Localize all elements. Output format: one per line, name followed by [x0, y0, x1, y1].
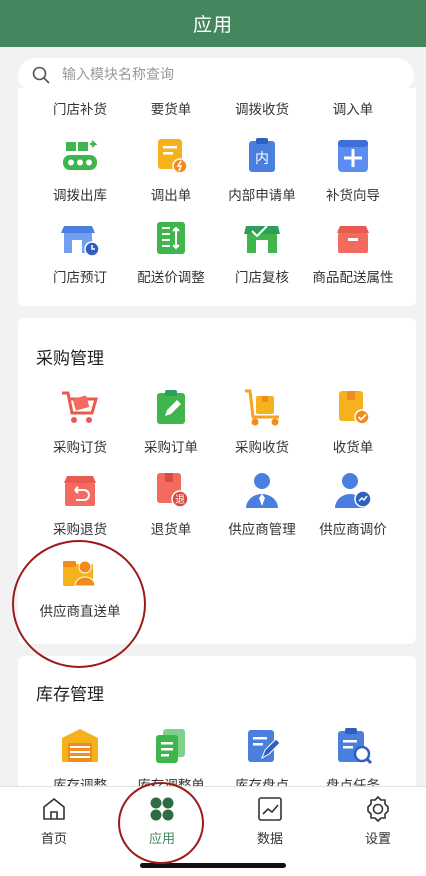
adjust-document-icon	[156, 729, 185, 763]
order-edit-icon	[157, 390, 185, 424]
supplier-direct-icon	[63, 560, 96, 587]
svg-text:退: 退	[175, 494, 185, 506]
app-item-count-task[interactable]: 盘点任务	[308, 726, 398, 786]
app-item-supplier-management[interactable]: 供应商管理	[217, 470, 307, 550]
app-scroll-area[interactable]: 门店补货 要货单 调拨收货 调入单 调拨出库 调出单 内 内部申请单 补货向导 …	[0, 88, 426, 786]
tab-home[interactable]: 首页	[19, 795, 89, 851]
app-item-internal-request[interactable]: 内 内部申请单	[217, 136, 307, 216]
app-item-return-order[interactable]: 退 退货单	[126, 470, 216, 550]
store-section-card: 门店补货 要货单 调拨收货 调入单 调拨出库 调出单 内 内部申请单 补货向导 …	[18, 88, 416, 306]
tab-data[interactable]: 数据	[235, 795, 305, 851]
return-box-icon	[64, 476, 96, 506]
app-item-store-replenish[interactable]: 门店补货	[35, 98, 125, 118]
app-item-label: 供应商调价	[319, 522, 387, 538]
section-title-inventory: 库存管理	[36, 685, 104, 705]
return-document-icon: 退	[157, 473, 189, 508]
app-item-purchase-return[interactable]: 采购退货	[35, 470, 125, 550]
app-item-inventory-adjust[interactable]: 库存调整	[35, 726, 125, 786]
search-bar[interactable]	[18, 58, 414, 92]
app-item-label: 调入单	[332, 102, 374, 118]
section-title-purchase: 采购管理	[36, 349, 104, 369]
app-item-transfer-out[interactable]: 调拨出库	[35, 136, 125, 216]
app-item-store-review[interactable]: 门店复核	[217, 218, 307, 298]
app-item-label: 商品配送属性	[312, 270, 394, 286]
app-item-supplier-price-adjust[interactable]: 供应商调价	[308, 470, 398, 550]
hand-truck-icon	[245, 389, 279, 426]
tab-apps[interactable]: 应用	[127, 795, 197, 851]
chart-icon	[258, 797, 282, 821]
app-item-label: 补货向导	[326, 188, 380, 204]
count-task-icon	[338, 728, 373, 765]
warehouse-icon	[62, 729, 98, 762]
store-review-icon	[244, 225, 280, 253]
app-item-label: 盘点任务	[326, 778, 380, 786]
app-item-inventory-adjust-order[interactable]: 库存调整单	[126, 726, 216, 786]
app-item-transfer-in[interactable]: 调入单	[308, 98, 398, 118]
receipt-check-icon	[339, 391, 370, 425]
search-input[interactable]	[62, 67, 382, 83]
app-item-inventory-count[interactable]: 库存盘点	[217, 726, 307, 786]
home-indicator	[140, 863, 286, 868]
header-bar: 应用	[0, 0, 426, 47]
purchase-section-card: 采购管理 采购订货 采购订单 采购收货 收货单 采购退货 退 退货单 供应商管理…	[18, 318, 416, 644]
app-item-supplier-direct-delivery[interactable]: 供应商直送单	[35, 552, 125, 632]
price-adjust-icon	[157, 222, 185, 254]
svg-text:内: 内	[255, 151, 269, 167]
app-item-label: 收货单	[332, 440, 374, 456]
app-item-purchase-receive[interactable]: 采购收货	[217, 388, 307, 468]
store-clock-icon	[61, 226, 100, 257]
internal-request-icon: 内	[249, 138, 275, 172]
app-item-replenish-guide[interactable]: 补货向导	[308, 136, 398, 216]
replenish-guide-icon	[338, 140, 368, 172]
app-item-label: 供应商直送单	[39, 604, 121, 620]
supplier-person-icon	[246, 473, 278, 508]
tab-label: 应用	[148, 832, 175, 847]
app-item-store-booking[interactable]: 门店预订	[35, 218, 125, 298]
inventory-check-icon	[248, 730, 281, 762]
app-item-transfer-receive[interactable]: 调拨收货	[217, 98, 307, 118]
gear-icon	[367, 796, 389, 822]
conveyor-icon	[63, 140, 98, 170]
box-attribute-icon	[337, 226, 369, 253]
inventory-section-card: 库存管理 库存调整 库存调整单 库存盘点 盘点任务	[18, 656, 416, 786]
app-item-receipt[interactable]: 收货单	[308, 388, 398, 468]
shopping-cart-icon	[62, 391, 98, 423]
app-item-product-delivery-attr[interactable]: 商品配送属性	[308, 218, 398, 298]
tab-settings[interactable]: 设置	[343, 795, 413, 851]
document-out-icon	[158, 139, 188, 174]
tab-label: 设置	[364, 832, 391, 847]
apps-icon	[150, 797, 174, 821]
page-title: 应用	[192, 14, 233, 36]
app-item-delivery-price[interactable]: 配送价调整	[126, 218, 216, 298]
app-item-transfer-out-doc[interactable]: 调出单	[126, 136, 216, 216]
app-item-purchase-order[interactable]: 采购订单	[126, 388, 216, 468]
app-item-requisition[interactable]: 要货单	[126, 98, 216, 118]
home-icon	[43, 798, 65, 820]
supplier-price-icon	[335, 473, 372, 508]
search-icon	[32, 66, 50, 84]
app-item-purchase-ordering[interactable]: 采购订货	[35, 388, 125, 468]
tab-label: 数据	[256, 832, 283, 847]
tab-label: 首页	[40, 832, 67, 847]
